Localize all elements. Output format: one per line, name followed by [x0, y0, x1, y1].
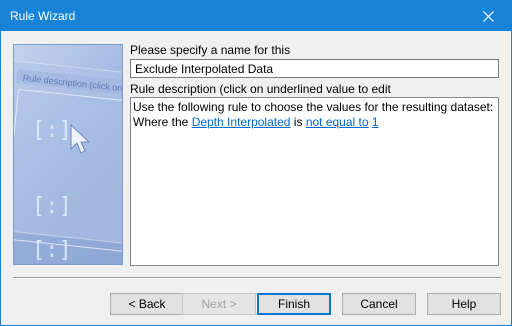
rule-description-box: Use the following rule to choose the val… — [130, 97, 499, 266]
rule-description-line1: Use the following rule to choose the val… — [133, 100, 494, 114]
rule-description-line2: Where the Depth Interpolated is not equa… — [133, 115, 496, 130]
rule-description-label: Rule description (click on underlined va… — [130, 82, 391, 96]
close-button[interactable] — [465, 1, 511, 31]
cancel-button[interactable]: Cancel — [342, 293, 416, 315]
field-link[interactable]: Depth Interpolated — [192, 115, 291, 129]
window-title: Rule Wizard — [10, 9, 76, 23]
svg-text:[:]: [:] — [32, 238, 72, 263]
help-button[interactable]: Help — [427, 293, 501, 315]
finish-button[interactable]: Finish — [257, 293, 331, 315]
title-bar[interactable]: Rule Wizard — [1, 1, 511, 31]
rule-name-label: Please specify a name for this — [130, 43, 291, 57]
wizard-side-image: Rule description (click on u [:] [:] [:] — [13, 44, 123, 265]
value-link[interactable]: 1 — [372, 115, 379, 129]
close-icon — [482, 10, 494, 22]
next-button[interactable]: Next > — [182, 293, 256, 315]
operator-link[interactable]: not equal to — [306, 115, 369, 129]
footer-separator — [13, 277, 501, 279]
rule-wizard-dialog: Rule Wizard Rule description (click on u… — [0, 0, 512, 326]
rule-name-input[interactable] — [130, 59, 499, 78]
svg-text:[:]: [:] — [32, 194, 72, 219]
svg-text:[:]: [:] — [32, 118, 72, 143]
wizard-illustration: Rule description (click on u [:] [:] [:] — [14, 60, 122, 263]
back-button[interactable]: < Back — [110, 293, 184, 315]
is-text: is — [293, 115, 303, 129]
where-text: Where the — [133, 115, 189, 129]
